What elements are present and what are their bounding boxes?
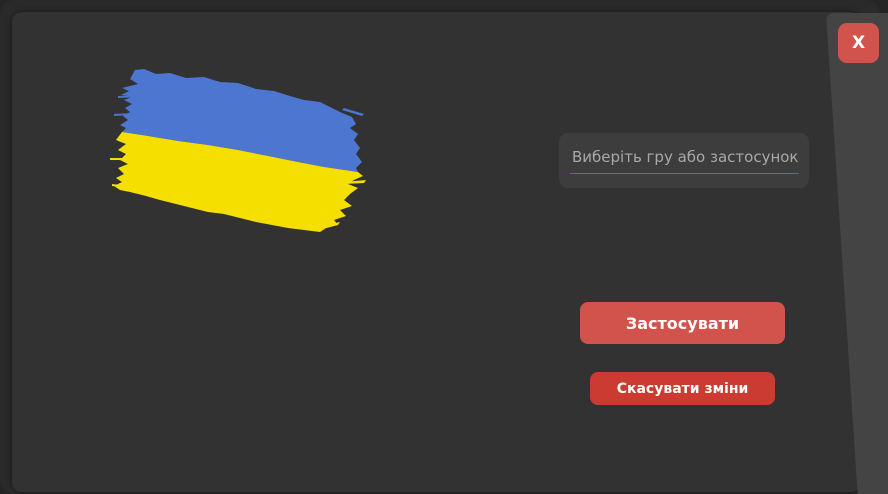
app-select-placeholder: Виберіть гру або застосунок <box>572 148 799 166</box>
app-select-underline <box>570 173 799 174</box>
cancel-changes-button[interactable]: Скасувати зміни <box>590 372 775 405</box>
apply-button[interactable]: Застосувати <box>580 302 785 344</box>
close-button[interactable]: X <box>838 23 879 63</box>
app-select-field[interactable]: Виберіть гру або застосунок <box>559 133 809 188</box>
ukraine-flag-icon <box>110 69 366 232</box>
